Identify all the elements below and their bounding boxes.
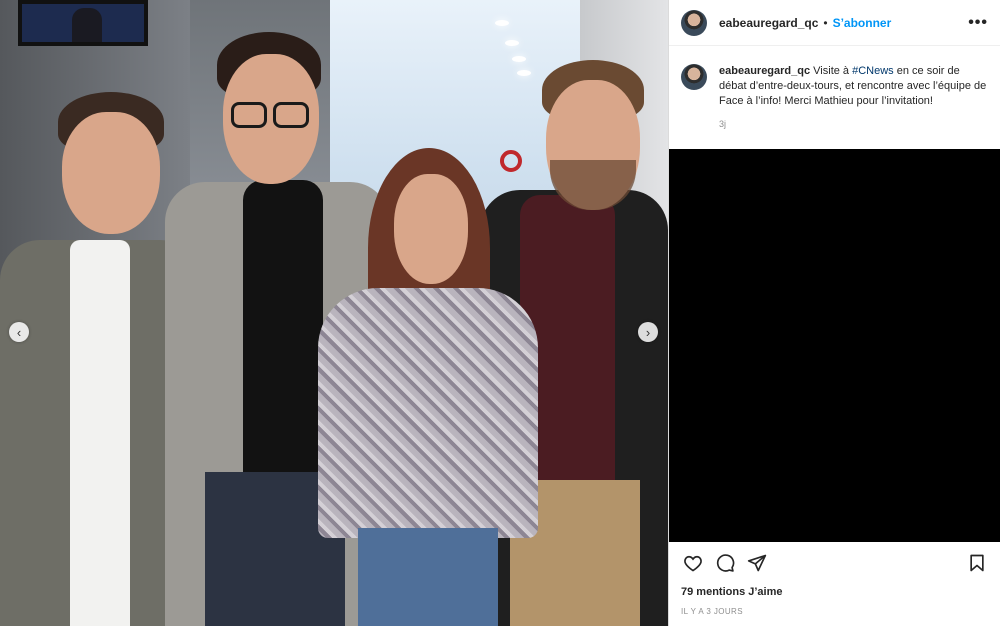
post-header: eabeauregard_qc • S’abonner ••• bbox=[669, 0, 1000, 46]
likes-count[interactable]: 79 mentions J’aime bbox=[681, 586, 783, 598]
action-bar bbox=[669, 548, 1000, 578]
bookmark-icon[interactable] bbox=[965, 551, 989, 575]
caption-avatar[interactable] bbox=[681, 64, 707, 90]
wall-tv bbox=[18, 0, 148, 46]
person-3 bbox=[318, 148, 538, 626]
more-options-icon[interactable]: ••• bbox=[968, 14, 988, 32]
media-area bbox=[669, 149, 1000, 542]
heart-icon[interactable] bbox=[681, 551, 705, 575]
carousel-next-button[interactable]: › bbox=[638, 322, 658, 342]
caption-hashtag[interactable]: #CNews bbox=[852, 65, 894, 77]
caption-text-before: Visite à bbox=[813, 65, 853, 77]
share-icon[interactable] bbox=[745, 551, 769, 575]
caption-timestamp[interactable]: 3j bbox=[719, 119, 988, 129]
carousel-prev-button[interactable]: ‹ bbox=[9, 322, 29, 342]
separator-dot: • bbox=[823, 15, 828, 30]
post-photo[interactable]: ‹ › bbox=[0, 0, 668, 626]
avatar[interactable] bbox=[681, 9, 707, 36]
follow-button[interactable]: S’abonner bbox=[833, 16, 892, 30]
comment-icon[interactable] bbox=[713, 551, 737, 575]
caption-username[interactable]: eabeauregard_qc bbox=[719, 65, 810, 77]
post-username[interactable]: eabeauregard_qc bbox=[719, 16, 818, 30]
post-caption: eabeauregard_qc Visite à #CNews en ce so… bbox=[669, 46, 1000, 150]
ceiling-light bbox=[495, 20, 509, 26]
post-date: IL Y A 3 JOURS bbox=[681, 607, 743, 616]
ceiling-light bbox=[505, 40, 519, 46]
caption-text: eabeauregard_qc Visite à #CNews en ce so… bbox=[719, 64, 988, 109]
post-sidebar: eabeauregard_qc • S’abonner ••• eabeaure… bbox=[668, 0, 1000, 626]
